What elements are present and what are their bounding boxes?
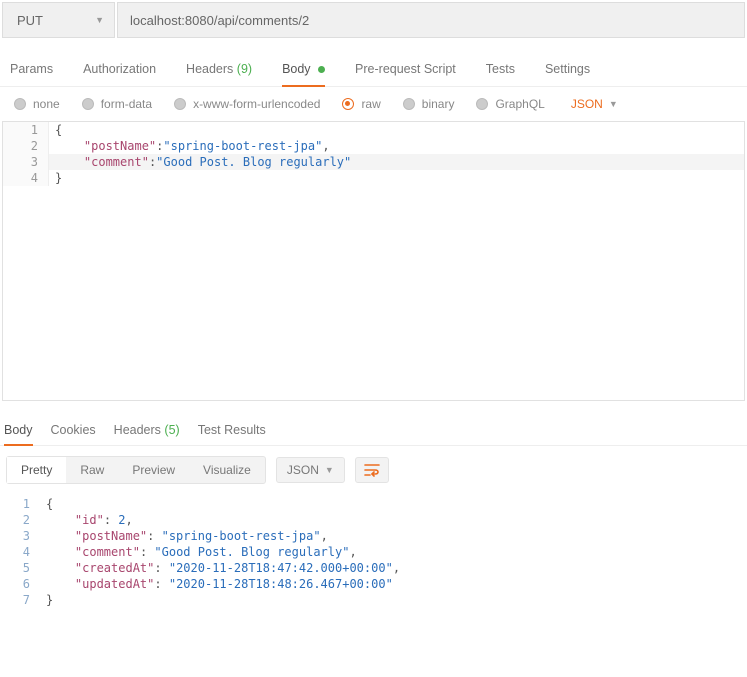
body-type-none-label: none [33,97,60,111]
code-line: "postName":"spring-boot-rest-jpa", [49,138,744,154]
radio-icon [174,98,186,110]
body-type-binary-label: binary [422,97,455,111]
resp-tab-headers-count: (5) [164,423,179,437]
line-number: 2 [3,138,49,154]
body-type-xwww[interactable]: x-www-form-urlencoded [174,97,320,111]
line-number: 1 [0,496,40,512]
body-type-graphql-label: GraphQL [495,97,544,111]
code-line: "postName": "spring-boot-rest-jpa", [40,528,747,544]
line-number: 4 [3,170,49,186]
raw-format-label: JSON [571,97,603,111]
body-type-graphql[interactable]: GraphQL [476,97,544,111]
body-type-formdata[interactable]: form-data [82,97,152,111]
code-line: "createdAt": "2020-11-28T18:47:42.000+00… [40,560,747,576]
response-body-editor[interactable]: 1{ 2 "id": 2, 3 "postName": "spring-boot… [0,494,747,608]
wrap-lines-button[interactable] [355,457,389,483]
resp-tab-cookies[interactable]: Cookies [51,417,96,445]
tab-headers-count: (9) [237,62,252,76]
http-method-select[interactable]: PUT ▼ [2,2,115,38]
resp-tab-headers-label: Headers [114,423,161,437]
radio-icon [14,98,26,110]
code-line: } [40,592,747,608]
radio-icon [82,98,94,110]
line-number: 6 [0,576,40,592]
view-mode-visualize[interactable]: Visualize [189,457,265,483]
tab-authorization[interactable]: Authorization [83,54,156,86]
tab-headers-label: Headers [186,62,233,76]
raw-format-select[interactable]: JSON ▼ [571,97,618,111]
code-line: "updatedAt": "2020-11-28T18:48:26.467+00… [40,576,747,592]
body-type-formdata-label: form-data [101,97,152,111]
chevron-down-icon: ▼ [95,15,104,25]
response-tabs: Body Cookies Headers (5) Test Results [0,411,747,446]
code-line: "comment": "Good Post. Blog regularly", [40,544,747,560]
code-line: "comment":"Good Post. Blog regularly" [49,154,744,170]
tab-settings[interactable]: Settings [545,54,590,86]
url-input[interactable] [117,2,745,38]
response-toolbar: Pretty Raw Preview Visualize JSON ▼ [0,446,747,494]
body-type-binary[interactable]: binary [403,97,455,111]
body-type-xwww-label: x-www-form-urlencoded [193,97,320,111]
resp-tab-body[interactable]: Body [4,417,33,445]
body-type-none[interactable]: none [14,97,60,111]
http-method-label: PUT [17,13,43,28]
tab-params[interactable]: Params [10,54,53,86]
radio-icon [403,98,415,110]
tab-prerequest[interactable]: Pre-request Script [355,54,456,86]
radio-icon [342,98,354,110]
chevron-down-icon: ▼ [325,465,334,475]
modified-dot-icon [318,66,325,73]
resp-tab-headers[interactable]: Headers (5) [114,417,180,445]
line-number: 5 [0,560,40,576]
line-number: 1 [3,122,49,138]
chevron-down-icon: ▼ [609,99,618,109]
resp-tab-testresults[interactable]: Test Results [198,417,266,445]
line-number: 3 [0,528,40,544]
line-number: 3 [3,154,49,170]
response-format-select[interactable]: JSON ▼ [276,457,345,483]
line-number: 2 [0,512,40,528]
wrap-icon [364,463,380,477]
tab-tests[interactable]: Tests [486,54,515,86]
body-type-raw-label: raw [361,97,380,111]
code-line: "id": 2, [40,512,747,528]
line-number: 7 [0,592,40,608]
view-mode-pretty[interactable]: Pretty [7,457,66,483]
line-number: 4 [0,544,40,560]
tab-body[interactable]: Body [282,54,325,86]
radio-icon [476,98,488,110]
request-body-editor[interactable]: 1 { 2 "postName":"spring-boot-rest-jpa",… [2,121,745,401]
tab-headers[interactable]: Headers (9) [186,54,252,86]
code-line: { [40,496,747,512]
body-type-options: none form-data x-www-form-urlencoded raw… [0,87,747,121]
response-format-label: JSON [287,463,319,477]
request-tabs: Params Authorization Headers (9) Body Pr… [0,40,747,87]
code-line: { [49,122,744,138]
view-mode-raw[interactable]: Raw [66,457,118,483]
tab-body-label: Body [282,62,311,76]
code-line: } [49,170,744,186]
view-mode-preview[interactable]: Preview [118,457,189,483]
view-mode-segment: Pretty Raw Preview Visualize [6,456,266,484]
body-type-raw[interactable]: raw [342,97,380,111]
